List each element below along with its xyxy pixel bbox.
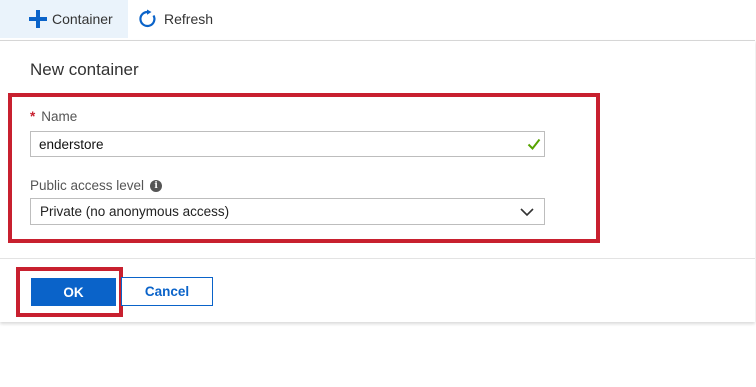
ok-button[interactable]: OK — [31, 278, 116, 306]
add-container-label: Container — [52, 11, 113, 27]
name-input[interactable] — [30, 131, 545, 157]
refresh-icon — [139, 9, 156, 28]
new-container-panel: New container * Name Public access level … — [0, 40, 755, 322]
info-icon[interactable]: i — [150, 179, 163, 192]
add-container-button[interactable]: Container — [0, 0, 128, 38]
plus-icon — [29, 10, 47, 28]
name-label-row: * Name — [30, 109, 77, 124]
toolbar: Container Refresh — [0, 0, 756, 40]
name-label: Name — [41, 109, 78, 124]
footer-divider — [0, 258, 755, 259]
cancel-button[interactable]: Cancel — [121, 277, 213, 306]
required-marker: * — [30, 109, 36, 124]
public-access-select[interactable]: Private (no anonymous access) — [30, 198, 545, 225]
access-label-row: Public access level i — [30, 178, 163, 193]
check-icon — [527, 138, 541, 151]
refresh-label: Refresh — [164, 11, 214, 27]
panel-title: New container — [30, 60, 139, 79]
refresh-button[interactable]: Refresh — [138, 0, 213, 38]
access-label: Public access level — [30, 178, 145, 193]
public-access-selected-value: Private (no anonymous access) — [40, 204, 230, 219]
chevron-down-icon — [520, 208, 534, 217]
